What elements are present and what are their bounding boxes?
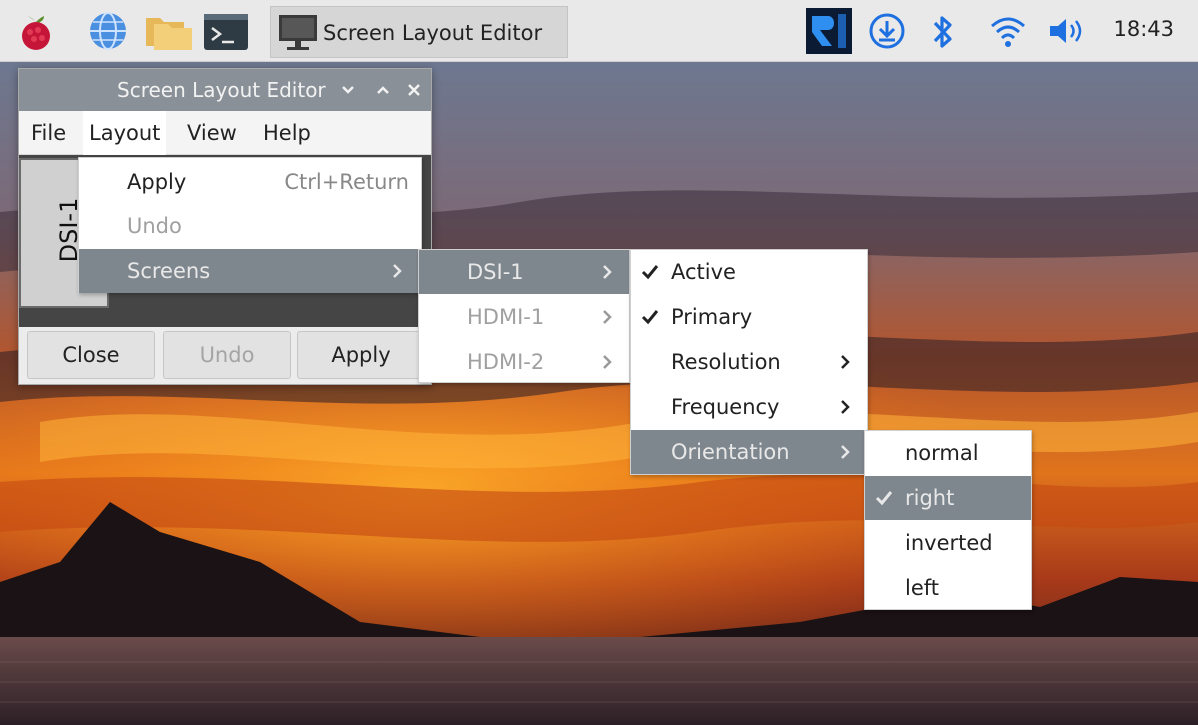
menu-item-label: Primary xyxy=(671,305,753,329)
maximize-icon[interactable] xyxy=(376,85,390,95)
vnc-icon[interactable] xyxy=(806,8,852,54)
chevron-right-icon xyxy=(603,310,612,324)
menu-item-label: right xyxy=(905,486,955,510)
monitor-icon xyxy=(279,15,317,50)
raspberry-menu-icon[interactable] xyxy=(14,10,58,52)
close-icon[interactable] xyxy=(407,83,421,97)
web-browser-icon[interactable] xyxy=(86,10,130,52)
menu-file[interactable]: File xyxy=(25,111,72,155)
menu-item-hdmi-1[interactable]: HDMI-1 xyxy=(419,295,629,339)
checkmark-icon xyxy=(641,265,659,280)
menu-item-label: Orientation xyxy=(671,440,790,464)
undo-button[interactable]: Undo xyxy=(163,331,291,379)
menu-item-label: HDMI-1 xyxy=(467,305,545,329)
layout-menu: Apply Ctrl+Return Undo Screens xyxy=(78,157,422,293)
menu-item-label: Undo xyxy=(127,214,182,238)
menu-item-inverted[interactable]: inverted xyxy=(865,521,1031,565)
taskbar-window-button[interactable]: Screen Layout Editor xyxy=(270,6,568,58)
dsi-1-submenu: Active Primary Resolution Frequency Orie… xyxy=(630,249,868,475)
chevron-right-icon xyxy=(841,445,850,459)
menu-item-active[interactable]: Active xyxy=(631,250,867,294)
menu-item-frequency[interactable]: Frequency xyxy=(631,385,867,429)
checkmark-icon xyxy=(641,310,659,325)
window-title: Screen Layout Editor xyxy=(117,78,326,102)
menu-item-dsi-1[interactable]: DSI-1 xyxy=(419,250,629,294)
chevron-right-icon xyxy=(841,355,850,369)
menu-item-orientation[interactable]: Orientation xyxy=(631,430,867,474)
menu-item-normal[interactable]: normal xyxy=(865,431,1031,475)
menu-help[interactable]: Help xyxy=(257,111,317,155)
screens-submenu: DSI-1 HDMI-1 HDMI-2 xyxy=(418,249,630,383)
menu-item-label: normal xyxy=(905,441,979,465)
menu-item-label: inverted xyxy=(905,531,993,555)
terminal-icon[interactable] xyxy=(202,12,250,52)
orientation-submenu: normal right inverted left xyxy=(864,430,1032,610)
menu-item-label: DSI-1 xyxy=(467,260,524,284)
download-icon[interactable] xyxy=(868,12,906,50)
menu-item-primary[interactable]: Primary xyxy=(631,295,867,339)
menu-item-label: Resolution xyxy=(671,350,781,374)
menu-item-hdmi-2[interactable]: HDMI-2 xyxy=(419,340,629,384)
menu-item-label: HDMI-2 xyxy=(467,350,545,374)
taskbar-window-title: Screen Layout Editor xyxy=(323,21,543,45)
chevron-right-icon xyxy=(393,264,402,278)
file-manager-icon[interactable] xyxy=(144,12,194,52)
menu-item-label: Screens xyxy=(127,259,211,283)
menu-item-left[interactable]: left xyxy=(865,566,1031,610)
menu-item-label: left xyxy=(905,576,940,600)
close-button[interactable]: Close xyxy=(27,331,155,379)
shortcut-label: Ctrl+Return xyxy=(284,170,409,194)
window-titlebar[interactable]: Screen Layout Editor xyxy=(19,69,431,111)
minimize-icon[interactable] xyxy=(341,85,355,95)
volume-icon[interactable] xyxy=(1046,14,1090,48)
menu-layout[interactable]: Layout xyxy=(83,111,167,155)
menu-item-label: Frequency xyxy=(671,395,780,419)
top-panel: Screen Layout Editor 18:43 xyxy=(0,0,1198,62)
menu-item-resolution[interactable]: Resolution xyxy=(631,340,867,384)
wifi-icon[interactable] xyxy=(988,12,1028,50)
button-row: Close Undo Apply xyxy=(19,327,431,384)
menu-item-label: Apply xyxy=(127,170,187,194)
menubar: File Layout View Help xyxy=(19,111,431,155)
chevron-right-icon xyxy=(841,400,850,414)
menu-item-undo[interactable]: Undo xyxy=(79,204,421,248)
menu-item-label: Active xyxy=(671,260,736,284)
menu-view[interactable]: View xyxy=(181,111,243,155)
menu-item-apply[interactable]: Apply Ctrl+Return xyxy=(79,160,421,204)
checkmark-icon xyxy=(875,491,893,506)
chevron-right-icon xyxy=(603,265,612,279)
clock: 18:43 xyxy=(1113,17,1174,41)
chevron-right-icon xyxy=(603,355,612,369)
apply-button[interactable]: Apply xyxy=(297,331,425,379)
bluetooth-icon[interactable] xyxy=(930,12,956,52)
menu-item-right[interactable]: right xyxy=(865,476,1031,520)
menu-item-screens[interactable]: Screens xyxy=(79,249,421,293)
